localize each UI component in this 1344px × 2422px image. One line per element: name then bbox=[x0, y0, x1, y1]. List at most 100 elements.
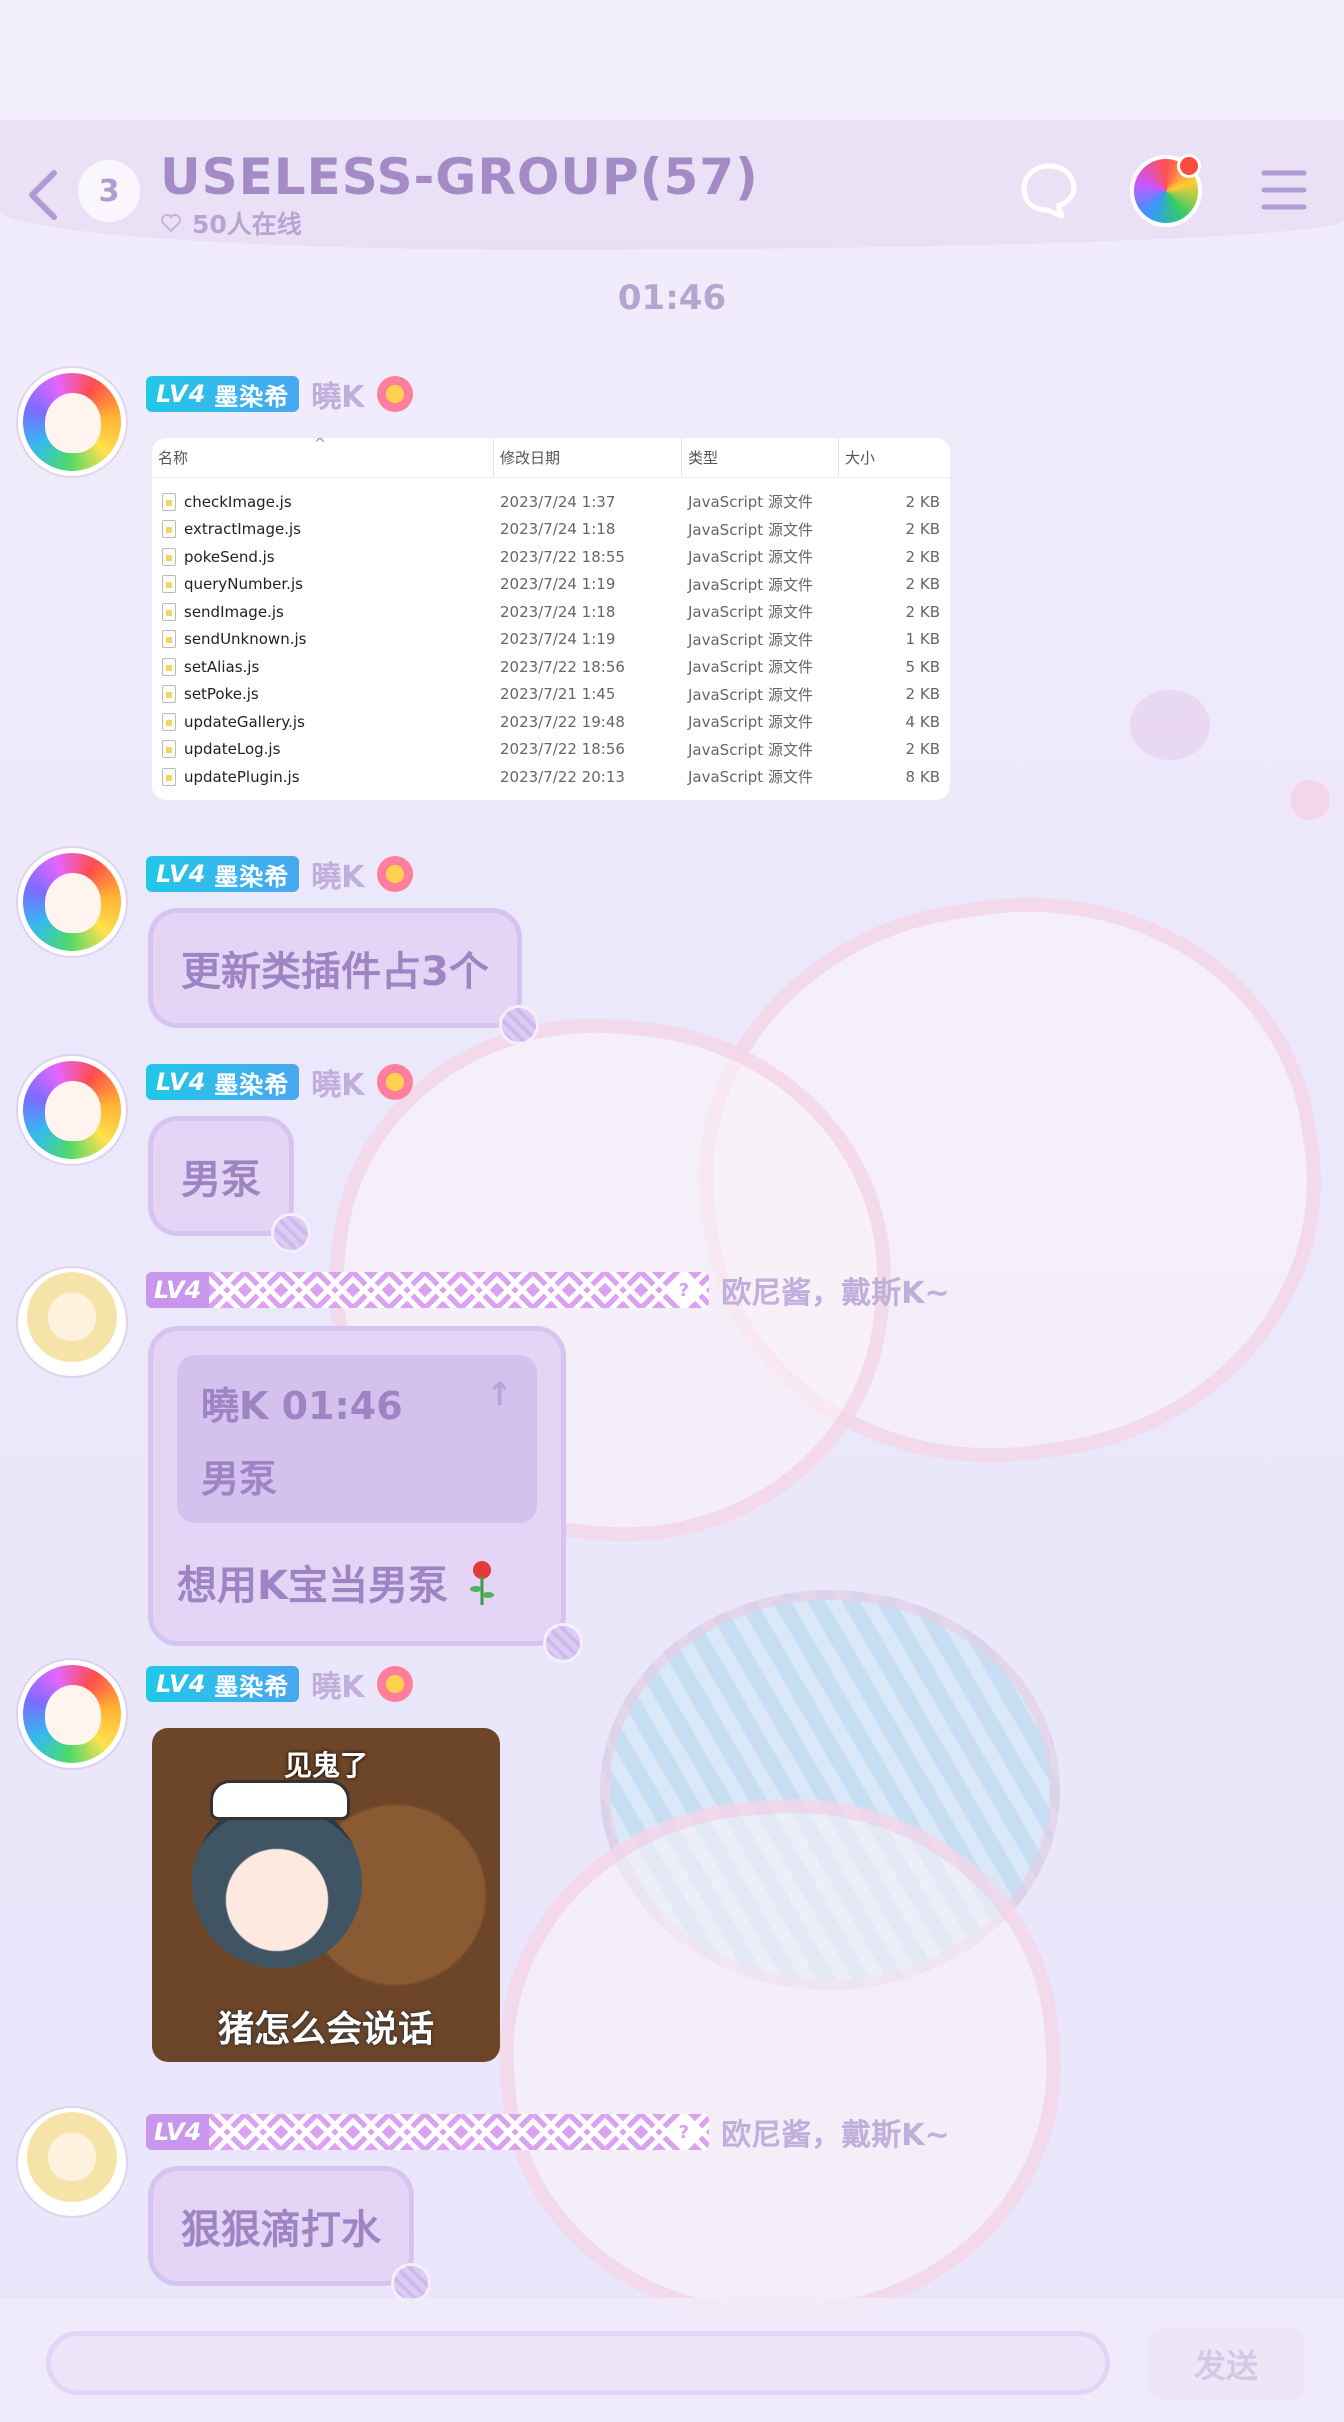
file-explorer-image[interactable]: ^ 名称 修改日期 类型 大小 checkImage.js 2023/7/24 1… bbox=[152, 438, 950, 800]
file-row[interactable]: setPoke.js 2023/7/21 1:45 JavaScript 源文件 2 … bbox=[152, 681, 950, 709]
message-text: 狠狠滴打水 bbox=[181, 2207, 381, 2253]
file-row[interactable]: checkImage.js 2023/7/24 1:37 JavaScript 源文… bbox=[152, 488, 950, 516]
file-type: JavaScript 源文件 bbox=[688, 740, 813, 759]
file-type: JavaScript 源文件 bbox=[688, 548, 813, 567]
js-file-icon bbox=[162, 547, 176, 566]
file-size: 4 KB bbox=[905, 712, 940, 731]
file-name-cell: sendImage.js bbox=[152, 602, 494, 621]
message-text: 想用K宝当男泵 bbox=[177, 1563, 448, 1609]
avatar[interactable] bbox=[18, 368, 126, 476]
sender-row: LV4 墨染希 曉K bbox=[146, 852, 413, 896]
file-name-cell: queryNumber.js bbox=[152, 575, 494, 594]
flower-badge-icon bbox=[376, 376, 413, 412]
file-name: updatePlugin.js bbox=[184, 767, 300, 786]
file-row[interactable]: extractImage.js 2023/7/24 1:18 JavaScript … bbox=[152, 516, 950, 544]
message-input[interactable] bbox=[46, 2331, 1110, 2395]
message-text: 更新类插件占3个 bbox=[181, 949, 489, 995]
message-bubble[interactable]: 更新类插件占3个 bbox=[148, 908, 539, 1045]
quoted-message[interactable]: 曉K 01:46 ↑ 男泵 bbox=[177, 1355, 537, 1523]
avatar[interactable] bbox=[18, 1268, 126, 1376]
file-type: JavaScript 源文件 bbox=[688, 630, 813, 649]
file-name: updateLog.js bbox=[184, 740, 281, 759]
group-title[interactable]: USELESS-GROUP(57) bbox=[160, 148, 759, 206]
file-row[interactable]: updatePlugin.js 2023/7/22 20:13 JavaScript… bbox=[152, 763, 950, 791]
file-row[interactable]: sendUnknown.js 2023/7/24 1:19 JavaScript 源… bbox=[152, 626, 950, 654]
sort-up-icon: ^ bbox=[314, 438, 326, 452]
level-label: LV4 bbox=[156, 860, 207, 888]
file-row[interactable]: setAlias.js 2023/7/22 18:56 JavaScript 源文件… bbox=[152, 653, 950, 681]
sender-row: LV4 墨染希 曉K bbox=[146, 1662, 413, 1706]
message-bubble[interactable]: 曉K 01:46 ↑ 男泵 想用K宝当男泵 bbox=[148, 1326, 583, 1663]
file-size: 2 KB bbox=[905, 740, 940, 759]
js-file-icon bbox=[162, 520, 176, 539]
back-arrow-icon[interactable] bbox=[24, 165, 64, 225]
sender-row: LV4 ? 欧尼酱，戴斯K~ bbox=[146, 2110, 950, 2154]
file-size: 2 KB bbox=[905, 520, 940, 539]
file-size: 2 KB bbox=[905, 492, 940, 511]
sender-name[interactable]: 曉K bbox=[311, 372, 364, 416]
unread-count-badge[interactable]: 3 bbox=[78, 160, 140, 222]
file-type: JavaScript 源文件 bbox=[688, 658, 813, 677]
sticker-bottom-caption: 猪怎么会说话 bbox=[217, 2009, 434, 2050]
message-bubble[interactable]: 男泵 bbox=[148, 1116, 311, 1253]
file-size: 2 KB bbox=[905, 547, 940, 566]
file-date: 2023/7/24 1:19 bbox=[500, 630, 616, 649]
file-size: 2 KB bbox=[905, 602, 940, 621]
sender-name[interactable]: 欧尼酱，戴斯K~ bbox=[721, 1268, 949, 1312]
file-name: sendImage.js bbox=[184, 602, 284, 621]
avatar[interactable] bbox=[18, 1056, 126, 1164]
file-date: 2023/7/24 1:37 bbox=[500, 492, 616, 511]
sticker-top-caption: 见鬼了 bbox=[283, 1749, 368, 1782]
flower-badge-icon bbox=[376, 1064, 413, 1100]
message-bubble[interactable]: 狠狠滴打水 bbox=[148, 2166, 431, 2303]
yarn-ball-icon bbox=[271, 1213, 311, 1253]
file-date: 2023/7/22 18:56 bbox=[500, 657, 625, 676]
file-type: JavaScript 源文件 bbox=[688, 603, 813, 622]
file-name: setAlias.js bbox=[184, 657, 260, 676]
quote-header: 曉K 01:46 ↑ bbox=[201, 1375, 513, 1430]
column-date: 修改日期 bbox=[494, 438, 682, 477]
avatar[interactable] bbox=[18, 1660, 126, 1768]
file-date: 2023/7/22 18:55 bbox=[500, 547, 625, 566]
message-text: 男泵 bbox=[181, 1157, 261, 1203]
sender-name[interactable]: 曉K bbox=[311, 852, 364, 896]
file-name-cell: extractImage.js bbox=[152, 520, 494, 539]
file-row[interactable]: updateGallery.js 2023/7/22 19:48 JavaScrip… bbox=[152, 708, 950, 736]
file-type: JavaScript 源文件 bbox=[688, 685, 813, 704]
flower-badge-icon bbox=[376, 856, 413, 892]
file-name-cell: updateGallery.js bbox=[152, 712, 494, 731]
file-date: 2023/7/22 19:48 bbox=[500, 712, 625, 731]
menu-icon[interactable] bbox=[1260, 165, 1308, 215]
sender-name[interactable]: 曉K bbox=[311, 1060, 364, 1104]
file-row[interactable]: pokeSend.js 2023/7/22 18:55 JavaScript 源文件… bbox=[152, 543, 950, 571]
sender-row: LV4 ? 欧尼酱，戴斯K~ bbox=[146, 1268, 950, 1312]
sender-name[interactable]: 曉K bbox=[311, 1662, 364, 1706]
title-label: 墨染希 bbox=[214, 1070, 290, 1099]
level-label: LV4 bbox=[156, 1670, 207, 1698]
avatar[interactable] bbox=[18, 2108, 126, 2216]
maid-headband bbox=[210, 1780, 350, 1820]
file-row[interactable]: sendImage.js 2023/7/24 1:18 JavaScript 源文件… bbox=[152, 598, 950, 626]
message-timestamp: 01:46 bbox=[617, 278, 727, 318]
title-label: 墨染希 bbox=[214, 382, 290, 411]
flower-badge-icon bbox=[376, 1666, 413, 1702]
sender-name[interactable]: 欧尼酱，戴斯K~ bbox=[721, 2110, 949, 2154]
chat-header: 3 USELESS-GROUP(57) 50人在线 bbox=[0, 0, 1344, 260]
jump-up-arrow-icon[interactable]: ↑ bbox=[486, 1375, 513, 1430]
avatar[interactable] bbox=[18, 848, 126, 956]
anime-girl-figure bbox=[192, 1798, 362, 1968]
file-row[interactable]: queryNumber.js 2023/7/24 1:19 JavaScript 源… bbox=[152, 571, 950, 599]
file-name: pokeSend.js bbox=[184, 547, 275, 566]
yarn-ball-icon bbox=[543, 1623, 583, 1663]
sender-row: LV4 墨染希 曉K bbox=[146, 1060, 413, 1104]
file-size: 8 KB bbox=[905, 767, 940, 786]
sticker-image[interactable]: 见鬼了 猪怎么会说话 bbox=[152, 1728, 500, 2062]
js-file-icon bbox=[162, 767, 176, 786]
file-table-body: checkImage.js 2023/7/24 1:37 JavaScript 源文… bbox=[152, 478, 950, 791]
file-name-cell: setAlias.js bbox=[152, 657, 494, 676]
send-button[interactable]: 发送 bbox=[1148, 2328, 1304, 2400]
file-row[interactable]: updateLog.js 2023/7/22 18:56 JavaScript 源文… bbox=[152, 736, 950, 764]
file-name-cell: sendUnknown.js bbox=[152, 630, 494, 649]
level-tag: LV4 墨染希 bbox=[146, 1064, 300, 1100]
chat-bubble-icon[interactable] bbox=[1018, 160, 1080, 222]
